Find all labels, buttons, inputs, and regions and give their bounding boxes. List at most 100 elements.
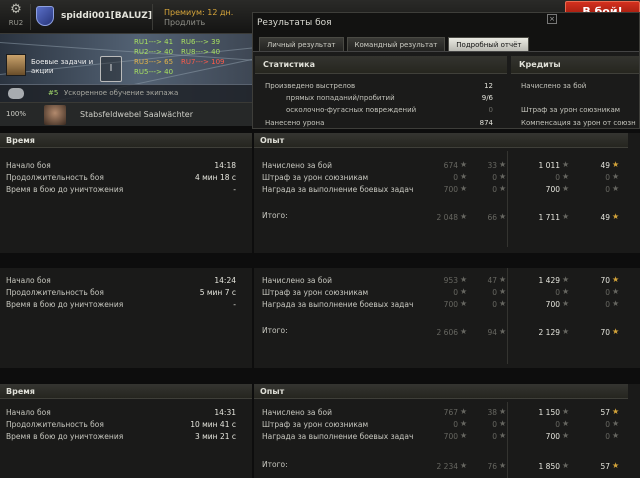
star-icon: ★ xyxy=(562,407,570,416)
clan-emblem-icon[interactable] xyxy=(36,6,54,26)
total-premium-value: 1 711 xyxy=(538,213,560,222)
gear-icon[interactable]: ⚙ xyxy=(6,3,26,17)
close-icon[interactable]: × xyxy=(547,14,557,24)
experience-panel: Опыт Начислено за бой 767 ★ 38 ★ 1 150 ★… xyxy=(254,384,640,478)
battle-duration-label: Продолжительность боя xyxy=(6,288,104,297)
star-icon: ★ xyxy=(562,327,570,336)
star-icon: ★ xyxy=(562,160,570,169)
divider xyxy=(507,402,508,478)
battle-duration-label: Продолжительность боя xyxy=(6,420,104,429)
exp-premium-value: 700 xyxy=(545,300,560,309)
star-icon: ★ xyxy=(562,287,570,296)
star-icon: ★ xyxy=(460,287,468,296)
star-icon: ★ xyxy=(612,212,620,221)
star-icon: ★ xyxy=(562,275,570,284)
stats-header: Статистика xyxy=(255,56,507,74)
star-icon: ★ xyxy=(499,184,507,193)
exp-value: 953 xyxy=(443,276,458,285)
stats-header-label: Статистика xyxy=(263,60,315,69)
exp-value: 0 xyxy=(453,173,458,182)
route-ping: RU5---> 40 xyxy=(134,68,174,76)
star-icon: ★ xyxy=(499,327,507,336)
route-ping: RU7---> 109 xyxy=(181,58,225,66)
exp-row-label: Штраф за урон союзникам xyxy=(262,420,369,429)
star-icon: ★ xyxy=(612,431,620,440)
time-panel: Начало боя 14:24 Продолжительность боя 5… xyxy=(0,268,252,368)
experience-header-label: Опыт xyxy=(260,387,285,396)
alive-time-value: - xyxy=(233,300,236,309)
experience-panel: Начислено за бой 953 ★ 47 ★ 1 429 ★ 70 ★… xyxy=(254,268,640,368)
exp-premium-value: 700 xyxy=(545,432,560,441)
battle-duration-value: 5 мин 7 с xyxy=(199,288,236,297)
crew-member-name: Stabsfeldwebel Saalwächter xyxy=(80,110,193,119)
tab-bar: Личный результат Командный результат Под… xyxy=(259,37,532,51)
exp-premium-value: 1 429 xyxy=(538,276,560,285)
tab-detailed[interactable]: Подробный отчёт xyxy=(448,37,530,51)
exp-row-label: Начислено за бой xyxy=(262,161,333,170)
time-panel: Время Начало боя 14:18 Продолжительность… xyxy=(0,133,252,253)
experience-header: Опыт xyxy=(254,133,628,148)
credits-label: Компенсация за урон от союзн xyxy=(521,119,636,127)
exp-value: 700 xyxy=(443,185,458,194)
star-icon: ★ xyxy=(460,431,468,440)
credits-label: Штраф за урон союзникам xyxy=(521,106,621,114)
star-icon: ★ xyxy=(562,431,570,440)
extend-premium-link[interactable]: Продлить xyxy=(164,18,205,27)
tab-team[interactable]: Командный результат xyxy=(346,37,446,51)
exp-free-value: 33 xyxy=(487,161,497,170)
time-header: Время xyxy=(0,133,252,148)
stat-value: 12 xyxy=(484,82,493,90)
exp-row-label: Начислено за бой xyxy=(262,276,333,285)
star-icon: ★ xyxy=(499,212,507,221)
dialog-body: Статистика Кредиты Произведено выстрелов… xyxy=(253,51,639,128)
star-icon: ★ xyxy=(460,407,468,416)
exp-premium-value: 700 xyxy=(545,185,560,194)
exp-row-label: Награда за выполнение боевых задач xyxy=(262,300,414,309)
credits-header: Кредиты xyxy=(511,56,639,74)
total-label: Итого: xyxy=(262,326,288,335)
star-icon: ★ xyxy=(460,419,468,428)
stat-value: 9/6 xyxy=(481,94,493,102)
star-icon: ★ xyxy=(499,431,507,440)
battle-duration-value: 4 мин 18 с xyxy=(194,173,236,182)
tab-personal[interactable]: Личный результат xyxy=(259,37,344,51)
credits-label: Начислено за бой xyxy=(521,82,587,90)
star-icon: ★ xyxy=(612,275,620,284)
experience-panel: Опыт Начислено за бой 674 ★ 33 ★ 1 011 ★… xyxy=(254,133,640,253)
battle-start-value: 14:18 xyxy=(214,161,236,170)
chevron-down-icon[interactable]: ⌄ xyxy=(133,11,140,20)
battle-results-dialog: Результаты боя × Личный результат Команд… xyxy=(252,12,640,129)
exp-premium-value: 1 011 xyxy=(538,161,560,170)
total-free-value: 94 xyxy=(487,328,497,337)
star-icon: ★ xyxy=(612,287,620,296)
star-icon: ★ xyxy=(460,461,468,470)
exp-premium-free-value: 0 xyxy=(605,420,610,429)
exp-premium-free-value: 70 xyxy=(600,276,610,285)
exp-premium-value: 0 xyxy=(555,173,560,182)
crew-member-row[interactable]: 100% Stabsfeldwebel Saalwächter xyxy=(0,102,252,126)
crew-training-row[interactable]: #5 Ускоренное обучение экипажа xyxy=(0,84,252,102)
exp-premium-free-value: 0 xyxy=(605,300,610,309)
total-premium-value: 2 129 xyxy=(538,328,560,337)
exp-free-value: 0 xyxy=(492,173,497,182)
alive-time-value: 3 мин 21 с xyxy=(194,432,236,441)
quests-icon[interactable] xyxy=(6,54,26,76)
exp-premium-free-value: 0 xyxy=(605,288,610,297)
crew-training-label: Ускоренное обучение экипажа xyxy=(64,89,179,97)
premium-status: Премиум: 12 дн. xyxy=(164,8,234,17)
star-icon: ★ xyxy=(562,212,570,221)
star-icon: ★ xyxy=(612,160,620,169)
alive-time-value: - xyxy=(233,185,236,194)
divider xyxy=(507,268,508,364)
crew-skill-percent: 100% xyxy=(6,110,27,118)
quests-label[interactable]: Боевые задачи и акции xyxy=(31,58,101,76)
stat-label: Произведено выстрелов xyxy=(265,82,356,90)
exp-value: 767 xyxy=(443,408,458,417)
crew-icon xyxy=(8,88,24,99)
tank-tier-icon: Ⅰ xyxy=(100,56,122,82)
star-icon: ★ xyxy=(460,275,468,284)
total-value: 2 048 xyxy=(436,213,458,222)
star-icon: ★ xyxy=(499,419,507,428)
star-icon: ★ xyxy=(612,327,620,336)
star-icon: ★ xyxy=(460,327,468,336)
